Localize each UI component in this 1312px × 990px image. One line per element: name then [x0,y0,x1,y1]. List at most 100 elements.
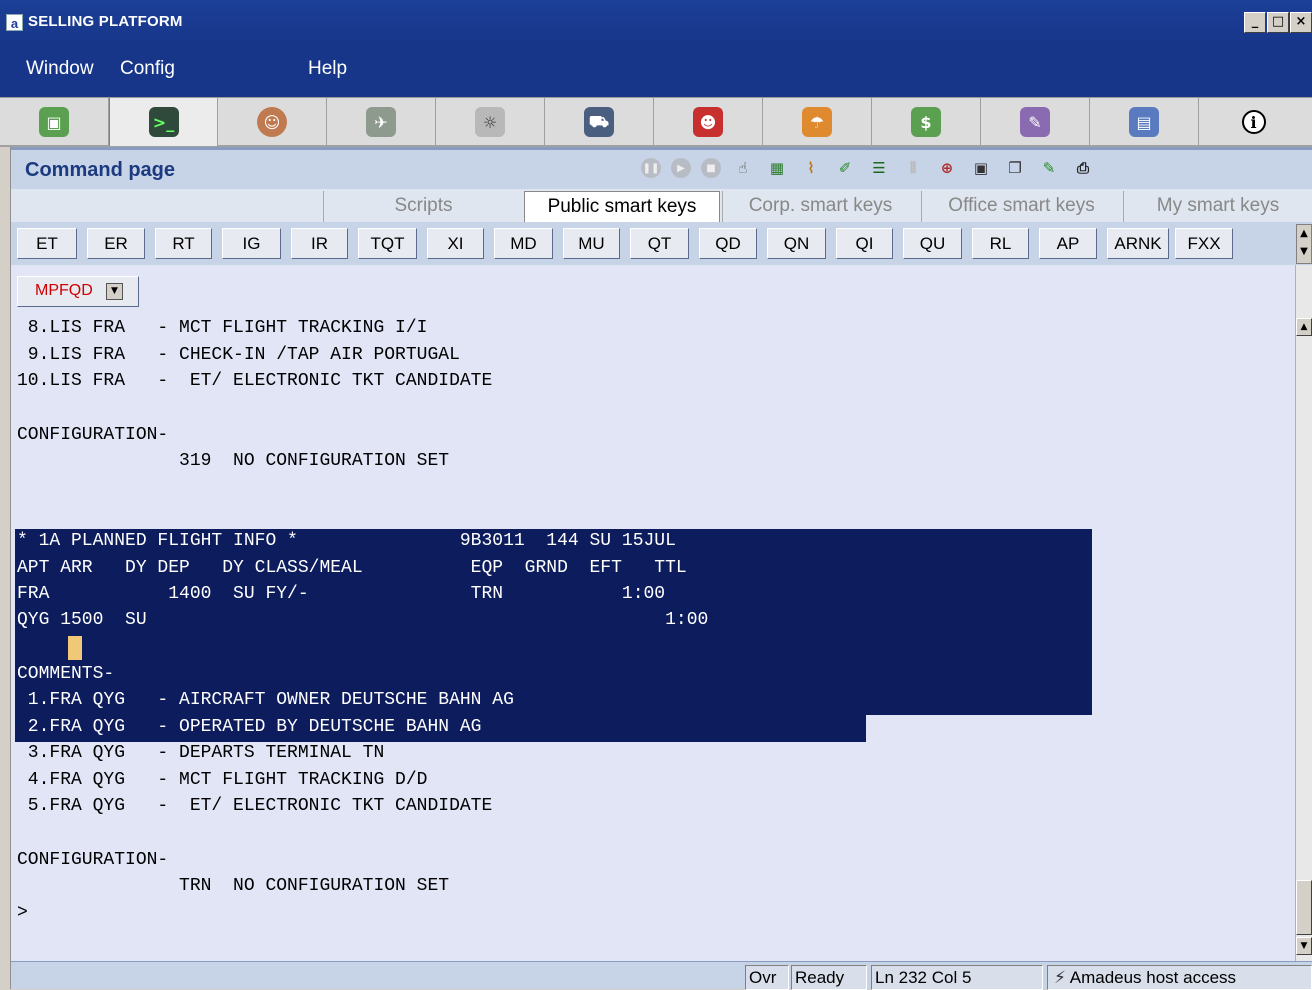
terminal-line: CONFIGURATION- [17,850,169,870]
smart-key-fxx[interactable]: FXX [1175,228,1233,259]
tab-corp-smart-keys[interactable]: Corp. smart keys [722,191,918,222]
magnify-icon[interactable]: ⊕ [935,156,959,180]
command-page-button[interactable]: >_ [109,98,218,146]
pause-icon[interactable]: ❚❚ [641,158,661,178]
brush-icon[interactable]: ✐ [833,156,857,180]
smart-key-ig[interactable]: IG [222,228,281,259]
status-bar: Ovr Ready Ln 232 Col 5 ⚡ Amadeus host ac… [11,961,1312,990]
terminal-line: CONFIGURATION- [17,425,169,445]
entry-dropdown[interactable]: MPFQD ▼ [17,276,139,307]
window-controls: _ □ × [1244,12,1312,33]
command-page-header: Command page ❚❚ ▶ ■ ☝ ▦ ⌇ ✐ ☰ ⦀ ⊕ ▣ ❐ ✎ … [11,147,1312,189]
smart-key-qd[interactable]: QD [699,228,757,259]
smart-key-xi[interactable]: XI [427,228,484,259]
terminal-line: TRN NO CONFIGURATION SET [17,876,450,896]
terminal-line: 5.FRA QYG - ET/ ELECTRONIC TKT CANDIDATE [17,796,493,816]
scroll-down-arrow-icon[interactable]: ▼ [1296,937,1312,955]
pencil-icon[interactable]: ✎ [1037,156,1061,180]
copy-icon[interactable]: ❐ [1003,156,1027,180]
smart-key-er[interactable]: ER [87,228,145,259]
tab-public-smart-keys[interactable]: Public smart keys [524,191,720,222]
smart-key-ir[interactable]: IR [291,228,348,259]
suitcase-button[interactable]: ▣ [0,98,109,146]
smart-key-qu[interactable]: QU [903,228,962,259]
status-state: Ready [791,965,867,990]
rail-button[interactable]: ☼ [436,98,545,146]
terminal-line: * 1A PLANNED FLIGHT INFO * 9B3011 144 SU… [17,531,676,551]
command-page-tools: ❚❚ ▶ ■ ☝ ▦ ⌇ ✐ ☰ ⦀ ⊕ ▣ ❐ ✎ ⎙ [641,156,1095,180]
smart-key-et[interactable]: ET [17,228,77,259]
smart-key-ap[interactable]: AP [1039,228,1097,259]
concierge-button[interactable]: ☻ [654,98,763,146]
list-icon[interactable]: ☰ [867,156,891,180]
suitcase-icon: ▣ [39,107,69,137]
chevron-down-icon[interactable]: ▼ [106,283,123,300]
smart-key-qt[interactable]: QT [630,228,689,259]
hotel-airplane-icon: ✈ [366,107,396,137]
stop-icon[interactable]: ■ [701,158,721,178]
module-toolbar: ▣ >_ ☺ ✈ ☼ ⛟ ☻ ☂ $ ✎ ▤ i [0,97,1312,147]
menu-config[interactable]: Config [120,58,175,80]
terminal-line: COMMENTS- [17,664,115,684]
tab-office-smart-keys[interactable]: Office smart keys [921,191,1121,222]
tab-scripts[interactable]: Scripts [323,191,523,222]
terminal-line: 10.LIS FRA - ET/ ELECTRONIC TKT CANDIDAT… [17,371,493,391]
page-title: Command page [25,159,176,181]
terminal-line: 3.FRA QYG - DEPARTS TERMINAL TN [17,743,385,763]
print-icon[interactable]: ⎙ [1071,156,1095,180]
play-icon[interactable]: ▶ [671,158,691,178]
umbrella-icon: ☂ [802,107,832,137]
smart-key-tqt[interactable]: TQT [358,228,417,259]
tab-my-smart-keys[interactable]: My smart keys [1123,191,1312,222]
status-host-field: ⚡ Amadeus host access [1047,965,1312,990]
terminal-output[interactable]: MPFQD ▼ 8.LIS FRA - MCT FLIGHT TRACKING … [11,265,1295,961]
smart-key-qi[interactable]: QI [836,228,893,259]
smart-key-md[interactable]: MD [494,228,553,259]
terminal-line: 2.FRA QYG - OPERATED BY DEUTSCHE BAHN AG [17,717,482,737]
menu-window[interactable]: Window [26,58,94,80]
app-logo-icon: a [6,14,23,31]
hotel-button[interactable]: ✈ [327,98,436,146]
broom-icon[interactable]: ⌇ [799,156,823,180]
smart-key-tabs: Scripts Public smart keys Corp. smart ke… [11,189,1312,222]
disabled-icon: ⦀ [909,159,917,177]
queue-icon: ✎ [1020,107,1050,137]
close-button[interactable]: × [1290,12,1312,33]
smart-key-rl[interactable]: RL [972,228,1029,259]
terminal-line: QYG 1500 SU 1:00 [17,610,709,630]
smart-key-qn[interactable]: QN [767,228,826,259]
scroll-thumb[interactable] [1296,880,1312,935]
script-icon[interactable]: ▦ [765,156,789,180]
terminal-line: 4.FRA QYG - MCT FLIGHT TRACKING D/D [17,770,428,790]
status-mode: Ovr [745,965,789,990]
smart-key-mu[interactable]: MU [563,228,620,259]
maximize-button[interactable]: □ [1267,12,1289,33]
window-title: SELLING PLATFORM [28,13,183,30]
smart-key-scroll-arrows[interactable]: ▲ ▼ [1296,224,1312,264]
info-button[interactable]: i [1199,98,1308,146]
minimize-button[interactable]: _ [1244,12,1266,33]
command-terminal-icon: >_ [148,107,179,137]
left-gutter [0,147,11,989]
terminal-prompt: > [17,903,28,923]
smart-key-bar: ET ER RT IG IR TQT XI MD MU QT QD QN QI … [11,222,1312,265]
menu-bar: Window Config Help [0,45,1312,97]
menu-help[interactable]: Help [308,58,347,80]
car-button[interactable]: ⛟ [545,98,654,146]
title-bar: a SELLING PLATFORM _ □ × [0,0,1312,45]
scroll-up-arrow-icon[interactable]: ▲ [1296,318,1312,336]
smart-key-rt[interactable]: RT [155,228,212,259]
money-button[interactable]: $ [872,98,981,146]
hand-icon[interactable]: ☝ [731,156,755,180]
terminal-line: APT ARR DY DEP DY CLASS/MEAL EQP GRND EF… [17,558,687,578]
terminal-scrollbar[interactable]: ▲ ▼ [1295,265,1312,961]
document-button[interactable]: ▤ [1090,98,1199,146]
agent-button[interactable]: ☺ [218,98,327,146]
terminal-line: 9.LIS FRA - CHECK-IN /TAP AIR PORTUGAL [17,345,460,365]
save-icon[interactable]: ▣ [969,156,993,180]
queue-button[interactable]: ✎ [981,98,1090,146]
umbrella-button[interactable]: ☂ [763,98,872,146]
terminal-line: 319 NO CONFIGURATION SET [17,451,450,471]
document-icon: ▤ [1129,107,1159,137]
smart-key-arnk[interactable]: ARNK [1107,228,1169,259]
